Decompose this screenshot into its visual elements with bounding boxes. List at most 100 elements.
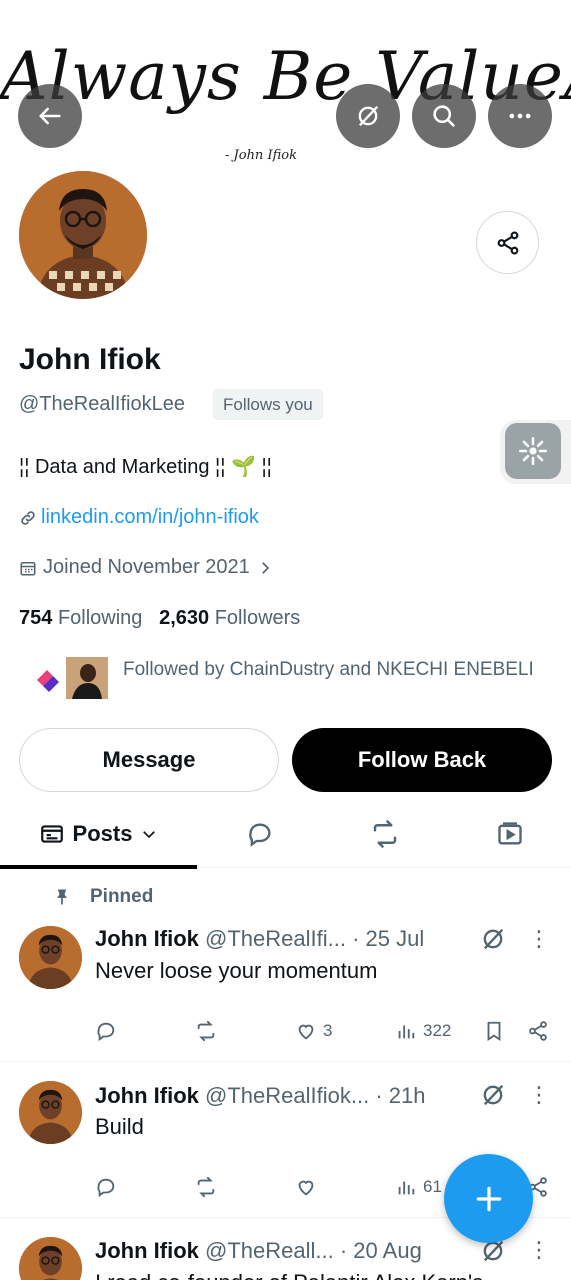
compose-post-button[interactable] [444,1154,533,1243]
profile-website-link[interactable]: linkedin.com/in/john-ifiok [19,506,259,529]
post-item[interactable]: John Ifiok @TheRealIfi... · 25 Jul ⋮ Nev… [0,868,571,1062]
repost-icon [373,820,397,848]
post-avatar[interactable] [19,926,82,989]
followers-count: 2,630 [159,607,210,629]
heart-icon [298,1180,314,1196]
post-text: Build [95,1114,144,1139]
heart-icon [298,1024,314,1040]
views-icon [398,1025,415,1039]
reply-button[interactable] [95,1016,117,1046]
avatar-illustration [19,171,147,299]
post-author-handle[interactable]: @TheRealIfiok... [205,1083,369,1108]
post-author-name[interactable]: John Ifiok [95,1238,199,1263]
profile-banner[interactable]: Always Be ValueAble - John Ifiok [0,0,571,170]
sparkle-icon [518,436,548,466]
post-time[interactable]: · 21h [375,1083,425,1108]
post-text: I read co-founder of Palantir Alex Karp'… [95,1270,483,1280]
repost-icon [197,1176,215,1198]
post-avatar[interactable] [19,1081,82,1144]
post-time[interactable]: · 20 Aug [340,1238,422,1263]
profile-joined-date[interactable]: Joined November 2021 [19,556,274,579]
like-button[interactable] [295,1172,323,1202]
post-more-button[interactable]: ⋮ [528,1237,550,1267]
banner-headline: Always Be ValueAble [0,38,571,115]
post-header: John Ifiok @TheRealIfiok... · 21h [95,1083,475,1109]
like-count: 3 [323,1021,333,1040]
followers-label: Followers [214,607,301,629]
follower-avatar-nkechi [64,655,110,701]
follows-you-badge: Follows you [213,389,323,420]
follow-stats: 754 Following 2,630 Followers [19,607,300,630]
profile-name: John Ifiok [19,343,161,376]
view-count: 322 [423,1021,452,1040]
post-time[interactable]: · 25 Jul [352,926,424,951]
post-more-button[interactable]: ⋮ [528,926,550,956]
repost-icon [197,1020,215,1042]
profile-link-text[interactable]: linkedin.com/in/john-ifiok [41,506,259,529]
reply-icon [97,1022,115,1042]
banner-signature: - John Ifiok [225,148,297,163]
joined-text: Joined November 2021 [43,556,250,578]
reply-button[interactable] [95,1172,117,1202]
grok-float-button[interactable] [505,423,561,479]
profile-handle: @TheRealIfiokLee [19,393,185,415]
search-button[interactable] [412,84,476,148]
post-more-button[interactable]: ⋮ [528,1082,550,1112]
chevron-down-icon [143,831,156,839]
tab-media[interactable] [470,800,550,868]
grok-button[interactable] [336,84,400,148]
views-button[interactable]: 61 [395,1172,442,1202]
post-author-name[interactable]: John Ifiok [95,926,199,951]
grok-icon [483,1084,504,1106]
more-dots-icon [509,113,531,119]
search-icon [433,105,455,127]
chaindustry-logo [37,670,59,692]
following-label: Following [57,607,143,629]
followers-link[interactable]: 2,630 Followers [159,607,300,629]
post-author-name[interactable]: John Ifiok [95,1083,199,1108]
bookmark-button[interactable] [483,1016,505,1046]
repost-button[interactable] [195,1172,217,1202]
message-button[interactable]: Message [19,728,279,792]
post-author-handle[interactable]: @TheReall... [205,1238,334,1263]
follow-back-button[interactable]: Follow Back [292,728,552,792]
reply-bubble-icon [249,823,271,847]
post-grok-button[interactable] [479,925,509,955]
followed-by-text: Followed by ChainDustry and NKECHI ENEBE… [123,659,534,680]
bookmark-icon [487,1021,501,1041]
reply-icon [97,1178,115,1198]
arrow-left-icon [39,107,61,125]
post-header: John Ifiok @TheRealIfi... · 25 Jul [95,926,475,952]
profile-bio: ¦¦ Data and Marketing ¦¦ 🌱 ¦¦ [19,456,272,478]
views-button[interactable]: 322 [395,1016,451,1046]
profile-avatar[interactable] [19,171,147,299]
calendar-icon [20,561,36,575]
more-options-button[interactable] [488,84,552,148]
post-avatar[interactable] [19,1237,82,1280]
chevron-right-icon [261,561,269,574]
like-button[interactable]: 3 [295,1016,332,1046]
following-count: 754 [19,607,53,629]
post-grok-button[interactable] [479,1081,509,1111]
back-button[interactable] [18,84,82,148]
tab-posts[interactable]: Posts [0,800,197,869]
view-count: 61 [423,1177,442,1196]
grok-icon [483,928,504,950]
views-icon [398,1181,415,1195]
post-actions: 3 322 [95,1016,560,1046]
share-icon [497,231,518,254]
tab-reposts[interactable] [345,800,425,868]
following-link[interactable]: 754 Following [19,607,142,629]
tab-replies[interactable] [220,800,300,868]
followed-by-row[interactable]: Followed by ChainDustry and NKECHI ENEBE… [26,655,556,707]
repost-button[interactable] [195,1016,217,1046]
posts-icon [40,825,63,843]
share-icon [529,1021,547,1041]
share-post-button[interactable] [527,1016,549,1046]
profile-tabs: Posts [0,800,571,869]
grok-floating-panel[interactable] [500,420,571,484]
video-icon [498,822,522,845]
plus-icon [476,1186,501,1211]
share-profile-button[interactable] [476,211,539,274]
post-author-handle[interactable]: @TheRealIfi... [205,926,346,951]
